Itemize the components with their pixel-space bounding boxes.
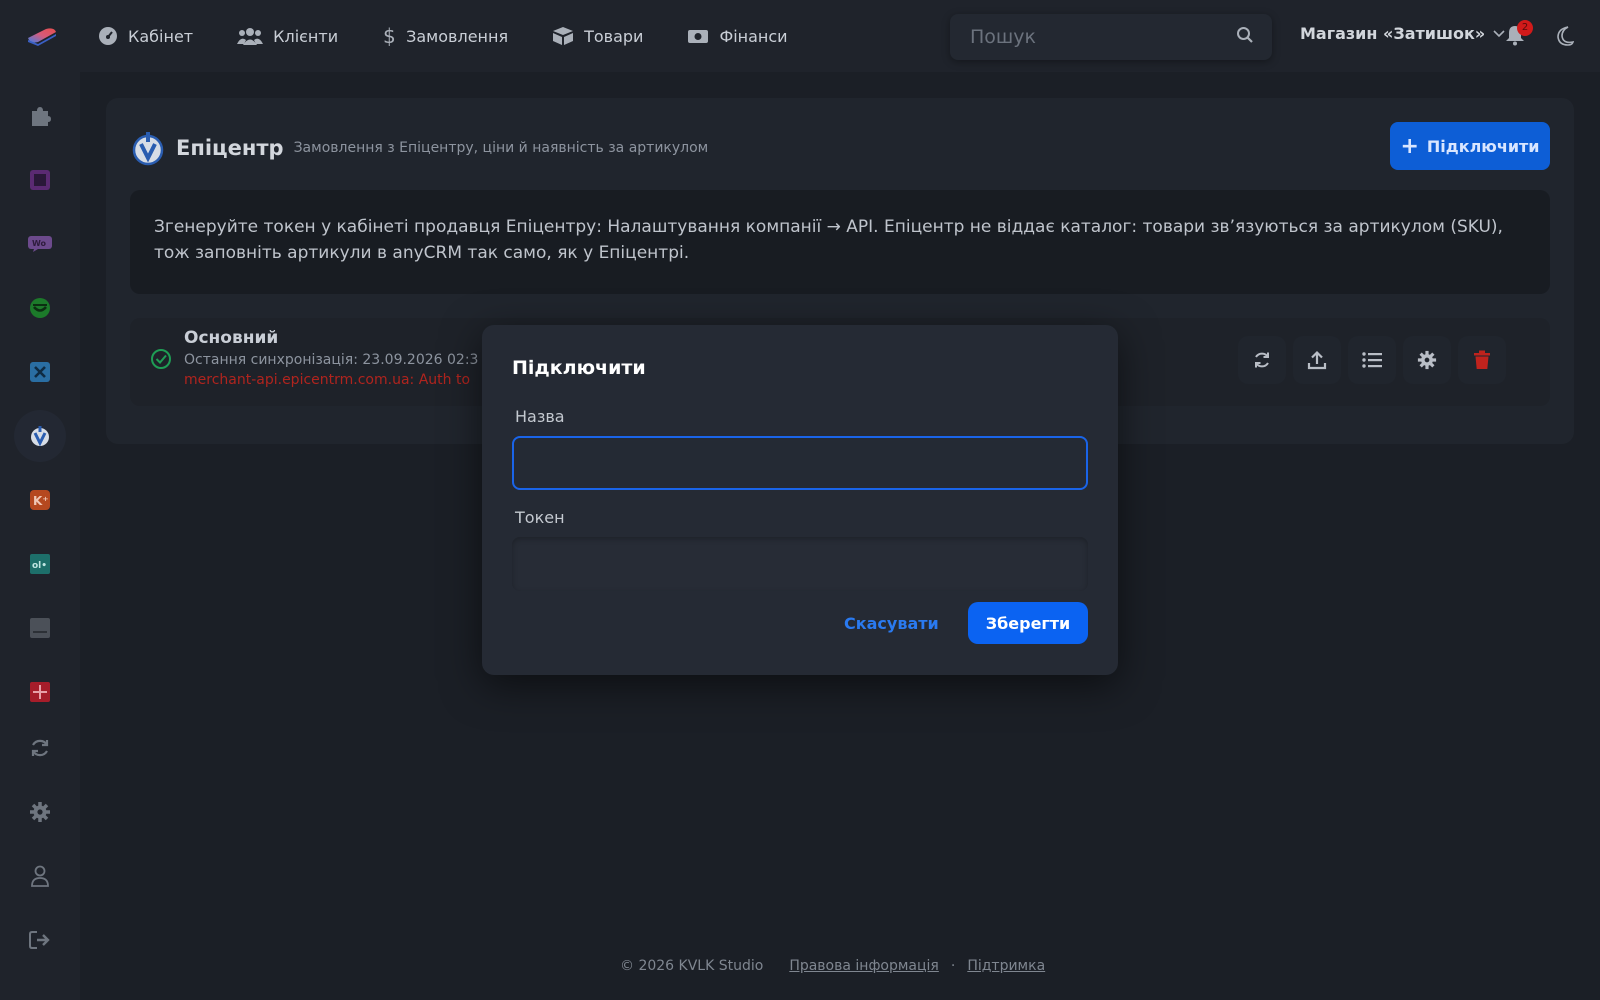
- woo-icon: Wo: [28, 236, 52, 252]
- nav-finance[interactable]: Фінанси: [687, 26, 788, 46]
- search-icon[interactable]: [1236, 26, 1254, 44]
- refresh-icon: [1255, 352, 1269, 368]
- connection-error-text: merchant-api.epicentrm.com.ua: Auth to: [184, 372, 471, 388]
- svg-text:ol•: ol•: [32, 561, 47, 571]
- grey-app-icon: [30, 618, 50, 638]
- green-smile-icon: [30, 298, 50, 318]
- sync-button[interactable]: [1238, 336, 1286, 384]
- red-app-icon: [30, 682, 50, 702]
- epicentr-icon: [31, 426, 49, 447]
- store-selector[interactable]: Магазин «Затишок»: [1300, 24, 1505, 43]
- svg-text:Wo: Wo: [32, 239, 47, 248]
- sidebar-item-integration-x[interactable]: [14, 346, 66, 398]
- epicentr-logo-icon: [132, 132, 164, 166]
- sidebar-item-integration-1[interactable]: [14, 154, 66, 206]
- upload-button[interactable]: [1293, 336, 1341, 384]
- user-icon: [31, 865, 49, 887]
- nav-clients-label: Клієнти: [273, 26, 339, 46]
- sidebar-item-settings[interactable]: [14, 786, 66, 838]
- logout-icon: [29, 931, 50, 949]
- top-bar: Кабінет Клієнти $ Замовлення Товари Фіна…: [0, 0, 1600, 72]
- copyright-text: © 2026 KVLK Studio: [620, 958, 764, 974]
- trash-icon: [1474, 350, 1490, 369]
- olx-icon: ol•: [30, 554, 50, 574]
- legal-link[interactable]: Правова інформація: [789, 958, 939, 974]
- square-app-icon: [30, 170, 50, 190]
- nav-orders-label: Замовлення: [406, 26, 509, 46]
- puzzle-icon: [32, 107, 51, 126]
- nav-clients[interactable]: Клієнти: [237, 26, 338, 46]
- info-box: Згенеруйте токен у кабінеті продавця Епі…: [130, 190, 1550, 294]
- page-title: Епіцентр: [176, 136, 284, 160]
- sidebar-item-integration-3[interactable]: [14, 282, 66, 334]
- notifications-button[interactable]: 2: [1505, 20, 1533, 50]
- footer-separator: ·: [950, 958, 956, 974]
- name-label: Назва: [515, 407, 565, 426]
- store-name: Магазин «Затишок»: [1300, 24, 1486, 43]
- gear-icon: [1417, 350, 1437, 370]
- sidebar: Wo K⁺ ol•: [0, 72, 80, 1000]
- svg-text:$: $: [383, 25, 396, 47]
- search-input[interactable]: [950, 14, 1210, 60]
- connection-name: Основний: [184, 328, 279, 348]
- nav-products-label: Товари: [584, 26, 644, 46]
- sync-icon: [31, 739, 49, 757]
- nav-finance-label: Фінанси: [719, 26, 788, 46]
- page-subtitle: Замовлення з Епіцентру, ціни й наявність…: [293, 140, 709, 156]
- footer-spacer: [763, 958, 789, 974]
- chevron-down-icon: [1493, 29, 1505, 37]
- nav-orders[interactable]: $ Замовлення: [382, 25, 508, 47]
- connect-button[interactable]: + Підключити: [1390, 122, 1550, 170]
- search-box: [950, 14, 1272, 60]
- sidebar-item-integration-grey[interactable]: [14, 602, 66, 654]
- sidebar-item-sync[interactable]: [14, 722, 66, 774]
- connect-button-label: Підключити: [1426, 136, 1540, 156]
- save-button[interactable]: Зберегти: [968, 602, 1088, 644]
- sidebar-item-epicentr[interactable]: [14, 410, 66, 462]
- sidebar-item-integration-k[interactable]: K⁺: [14, 474, 66, 526]
- connection-sync-text: Остання синхронізація: 23.09.2026 02:3: [184, 352, 479, 368]
- token-label: Токен: [515, 508, 565, 527]
- dashboard-icon: [99, 27, 117, 45]
- name-input[interactable]: [512, 436, 1088, 490]
- support-link[interactable]: Підтримка: [967, 958, 1045, 974]
- sidebar-item-integration-red[interactable]: [14, 666, 66, 718]
- moon-icon[interactable]: [1554, 25, 1574, 47]
- delete-button[interactable]: [1458, 336, 1506, 384]
- x-app-icon: [30, 362, 50, 382]
- sidebar-item-puzzle[interactable]: [14, 90, 66, 142]
- main-nav: Кабінет Клієнти $ Замовлення Товари Фіна…: [98, 0, 832, 72]
- nav-dashboard-label: Кабінет: [128, 26, 194, 46]
- plus-icon: +: [1400, 133, 1419, 159]
- sidebar-item-integration-olx[interactable]: ol•: [14, 538, 66, 590]
- sidebar-item-profile[interactable]: [14, 850, 66, 902]
- check-circle-icon: [151, 349, 171, 369]
- cancel-button[interactable]: Скасувати: [844, 602, 939, 644]
- sidebar-item-logout[interactable]: [14, 914, 66, 966]
- notification-badge: 2: [1517, 20, 1533, 36]
- list-icon: [1362, 352, 1382, 368]
- nav-products[interactable]: Товари: [552, 26, 643, 46]
- k-plus-icon: K⁺: [30, 490, 50, 510]
- nav-dashboard[interactable]: Кабінет: [98, 26, 193, 46]
- modal-title: Підключити: [512, 357, 646, 379]
- footer: © 2026 KVLK Studio Правова інформація · …: [620, 958, 1045, 974]
- money-icon: [688, 30, 709, 43]
- info-text: Згенеруйте токен у кабінеті продавця Епі…: [154, 217, 1503, 263]
- list-button[interactable]: [1348, 336, 1396, 384]
- connect-modal: Підключити Назва Токен Скасувати Зберегт…: [482, 325, 1118, 675]
- upload-icon: [1307, 350, 1327, 370]
- settings-button[interactable]: [1403, 336, 1451, 384]
- sidebar-item-woo[interactable]: Wo: [14, 218, 66, 270]
- gear-icon: [30, 802, 50, 822]
- box-icon: [553, 27, 574, 45]
- token-input[interactable]: [512, 537, 1088, 591]
- card-header: Епіцентр Замовлення з Епіцентру, ціни й …: [132, 130, 708, 166]
- dollar-icon: $: [383, 25, 396, 47]
- users-icon: [237, 28, 264, 45]
- svg-text:K⁺: K⁺: [33, 494, 49, 508]
- app-logo-icon[interactable]: [26, 24, 58, 48]
